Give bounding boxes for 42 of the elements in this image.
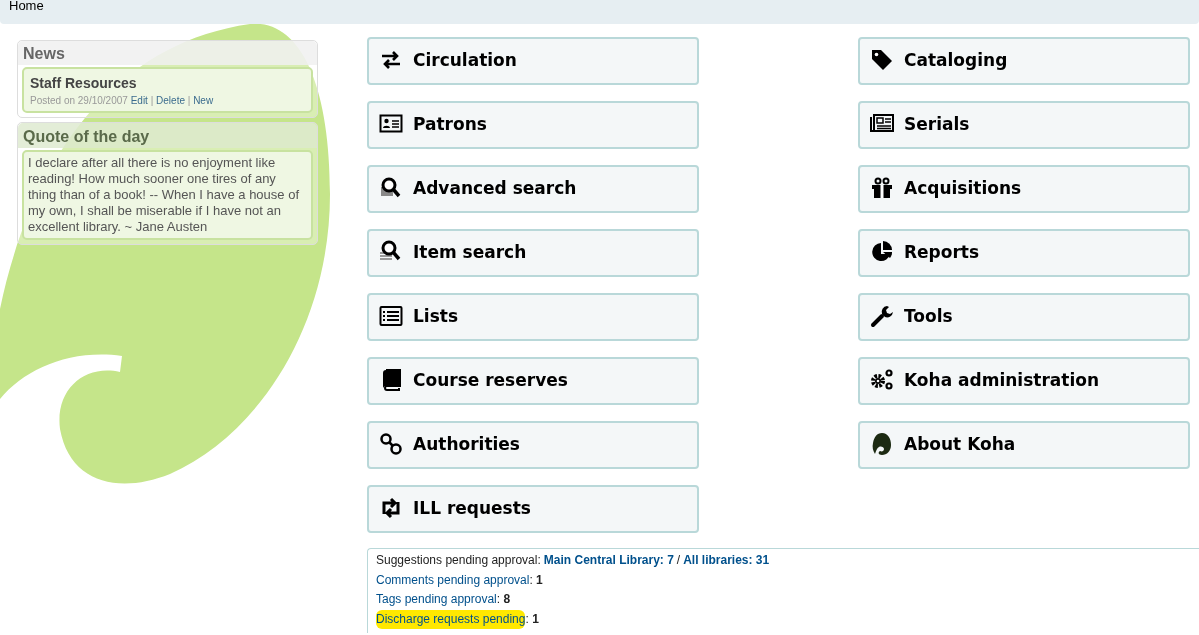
colon-text: : <box>529 571 533 589</box>
pending-link[interactable]: Tags pending approval <box>376 590 497 610</box>
quote-text: I declare after all there is no enjoyment like reading! How much sooner one tires of any thing than of a book! -- When I have a house of my own, I shall be miserable if I have not an excellent library. ~ Jane Austen <box>22 150 313 240</box>
news-action-link[interactable]: Delete <box>156 95 185 106</box>
panel-title: Quote of the day <box>18 123 317 148</box>
module-link[interactable]: Item search <box>367 229 699 277</box>
colon-text: : <box>496 591 501 608</box>
news-title: Staff Resources <box>30 75 138 91</box>
library-count-link[interactable]: Main Central Library: 7 <box>543 551 674 571</box>
list-icon <box>377 304 405 328</box>
module-link[interactable]: Authorities <box>367 421 699 469</box>
id-card-icon <box>377 112 405 136</box>
module-link[interactable]: About Koha <box>858 421 1190 469</box>
separator-text: / <box>676 552 681 569</box>
module-link[interactable]: Lists <box>367 293 699 341</box>
module-link[interactable]: Reports <box>858 229 1190 277</box>
module-link[interactable]: Acquisitions <box>858 165 1190 213</box>
pending-count: 8 <box>503 591 511 608</box>
module-link[interactable]: Course reserves <box>367 357 699 405</box>
separator-text: | <box>150 95 154 106</box>
news-action-link[interactable]: New <box>193 95 214 106</box>
colon-text: : <box>525 610 529 628</box>
module-link[interactable]: Koha administration <box>858 357 1190 405</box>
pending-label: Suggestions pending approval: <box>376 552 541 569</box>
module-link[interactable]: Tools <box>858 293 1190 341</box>
gears-icon <box>868 368 896 392</box>
module-link[interactable]: ILL requests <box>367 485 699 533</box>
module-link[interactable]: Circulation <box>367 37 699 85</box>
library-count-link[interactable]: All libraries: 31 <box>683 551 770 571</box>
pending-count: 1 <box>532 610 539 628</box>
posted-date: Posted on 29/10/2007 <box>30 95 128 106</box>
breadcrumb: Home <box>0 0 1199 24</box>
pending-count: 1 <box>536 571 543 589</box>
module-link[interactable]: Cataloging <box>858 37 1190 85</box>
separator-text: | <box>187 95 191 106</box>
module-link[interactable]: Serials <box>858 101 1190 149</box>
module-link[interactable]: Patrons <box>367 101 699 149</box>
news-action-link[interactable]: Edit <box>130 95 148 106</box>
chain-link-icon <box>377 432 405 456</box>
panel-title: News <box>18 41 317 65</box>
wrench-icon <box>868 304 896 328</box>
module-link[interactable]: Advanced search <box>367 165 699 213</box>
